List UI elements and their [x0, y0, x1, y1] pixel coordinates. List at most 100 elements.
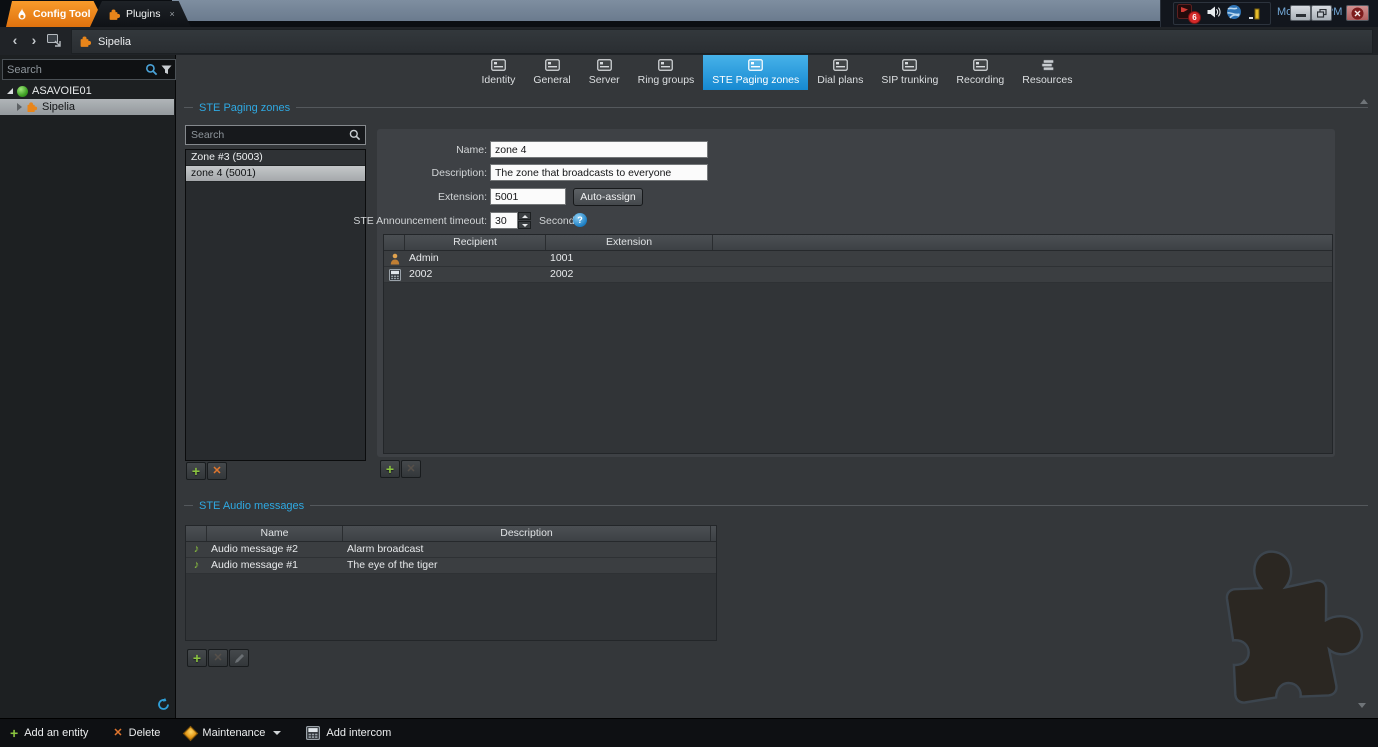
- tab-label: General: [533, 74, 570, 86]
- zone-list-item[interactable]: Zone #3 (5003): [186, 150, 365, 166]
- column-header-name[interactable]: Name: [207, 526, 343, 541]
- spin-down-icon[interactable]: [518, 221, 531, 229]
- action-bar: + Add an entity ✕ Delete Maintenance Add…: [0, 718, 1378, 747]
- paging-zones-group-header: STE Paging zones: [184, 101, 1368, 114]
- zone-list-toolbar: + ✕: [186, 462, 227, 480]
- recipient-cell: Admin: [405, 251, 546, 266]
- tab-dial-plans[interactable]: Dial plans: [808, 55, 872, 90]
- zone-search-input[interactable]: [186, 129, 349, 141]
- system-tray: 6 Mon 3:45 PM: [1160, 0, 1378, 27]
- config-tool-icon: [16, 8, 28, 21]
- tab-recording[interactable]: Recording: [947, 55, 1013, 90]
- zone-detail-panel: Name: Description: Extension: Auto-assig…: [377, 129, 1335, 457]
- x-icon: ✕: [113, 728, 122, 739]
- main-content: Identity General Server Ring groups STE …: [176, 55, 1378, 718]
- sidebar-search-input[interactable]: [3, 64, 142, 76]
- tab-server[interactable]: Server: [580, 55, 629, 90]
- close-icon[interactable]: ×: [169, 9, 174, 19]
- tab-label: Ring groups: [638, 74, 695, 86]
- extension-label: Extension:: [438, 191, 487, 203]
- tab-label: Server: [589, 74, 620, 86]
- task-sipelia[interactable]: Sipelia: [71, 29, 1373, 54]
- delete-recipient-button[interactable]: ✕: [401, 460, 421, 478]
- add-intercom-button[interactable]: Add intercom: [306, 726, 391, 740]
- forward-icon[interactable]: ›: [27, 31, 41, 49]
- auto-assign-button[interactable]: Auto-assign: [573, 188, 643, 206]
- recipients-table-header: Recipient Extension: [384, 235, 1332, 251]
- tab-label: Resources: [1022, 74, 1072, 86]
- table-row[interactable]: 2002 2002: [384, 267, 1332, 283]
- add-recipient-button[interactable]: +: [380, 460, 400, 478]
- add-zone-button[interactable]: +: [186, 462, 206, 480]
- tree-item-server[interactable]: ASAVOIE01: [0, 83, 174, 99]
- column-header-extension[interactable]: Extension: [546, 235, 713, 250]
- table-row[interactable]: Admin 1001: [384, 251, 1332, 267]
- entity-tree: ASAVOIE01 Sipelia: [0, 83, 174, 115]
- delete-button[interactable]: ✕ Delete: [113, 727, 160, 739]
- title-bar: Config Tool Plugins × 6 Mon 3:45 PM: [0, 0, 1378, 27]
- timeout-label: STE Announcement timeout:: [353, 215, 487, 227]
- delete-label: Delete: [129, 727, 161, 739]
- scroll-up-icon[interactable]: [1360, 99, 1368, 104]
- spin-up-icon[interactable]: [518, 212, 531, 220]
- tab-general[interactable]: General: [524, 55, 579, 90]
- filter-icon[interactable]: [161, 65, 172, 75]
- name-field[interactable]: [490, 141, 708, 158]
- minimize-button[interactable]: [1290, 5, 1311, 21]
- input-indicator-icon[interactable]: [1249, 7, 1260, 20]
- audio-messages-toolbar: + ✕: [187, 649, 249, 667]
- help-icon[interactable]: ?: [573, 213, 587, 227]
- tab-ring-groups[interactable]: Ring groups: [629, 55, 704, 90]
- speaker-icon[interactable]: [1207, 6, 1221, 18]
- table-row[interactable]: ♪ Audio message #1 The eye of the tiger: [186, 558, 716, 574]
- music-note-icon: ♪: [186, 559, 207, 572]
- tab-label: Dial plans: [817, 74, 863, 86]
- x-icon: ✕: [406, 464, 415, 475]
- plus-icon: +: [386, 463, 394, 475]
- add-entity-button[interactable]: + Add an entity: [10, 727, 88, 739]
- diamond-icon: [183, 725, 199, 741]
- tree-item-server-label: ASAVOIE01: [32, 85, 92, 97]
- tab-sip-trunking[interactable]: SIP trunking: [872, 55, 947, 90]
- globe-icon[interactable]: [1226, 4, 1242, 20]
- recipients-table: Recipient Extension Admin 1001 2002 2002: [383, 234, 1333, 454]
- refresh-icon[interactable]: [156, 697, 171, 712]
- delete-audio-message-button[interactable]: ✕: [208, 649, 228, 667]
- extension-field[interactable]: [490, 188, 566, 205]
- tab-identity[interactable]: Identity: [473, 55, 525, 90]
- tab-ste-paging-zones[interactable]: STE Paging zones: [703, 55, 808, 90]
- column-header-recipient[interactable]: Recipient: [405, 235, 546, 250]
- maintenance-button[interactable]: Maintenance: [185, 727, 281, 739]
- pencil-icon: [234, 653, 245, 664]
- extension-cell: 1001: [546, 251, 713, 266]
- search-icon[interactable]: [145, 63, 158, 76]
- breadcrumb: Sipelia: [98, 36, 131, 48]
- back-icon[interactable]: ‹: [8, 31, 22, 49]
- edit-audio-message-button[interactable]: [229, 649, 249, 667]
- expander-closed-icon[interactable]: [17, 103, 22, 111]
- close-button[interactable]: [1346, 5, 1369, 21]
- tree-item-sipelia[interactable]: Sipelia: [0, 99, 174, 115]
- description-field[interactable]: [490, 164, 708, 181]
- tab-config-tool-label: Config Tool: [33, 8, 91, 20]
- column-header-description[interactable]: Description: [343, 526, 711, 541]
- puzzle-icon: [108, 8, 121, 21]
- tab-config-tool[interactable]: Config Tool: [6, 1, 107, 27]
- delete-zone-button[interactable]: ✕: [207, 462, 227, 480]
- recipient-cell: 2002: [405, 267, 546, 282]
- entity-sidebar: ASAVOIE01 Sipelia: [0, 55, 176, 718]
- tab-resources[interactable]: Resources: [1013, 55, 1081, 90]
- zone-list-item[interactable]: zone 4 (5001): [186, 166, 365, 182]
- zone-list: Zone #3 (5003) zone 4 (5001): [185, 149, 366, 461]
- popout-icon[interactable]: [47, 34, 63, 48]
- tab-plugins[interactable]: Plugins ×: [90, 1, 191, 27]
- x-icon: ✕: [212, 466, 221, 477]
- table-row[interactable]: ♪ Audio message #2 Alarm broadcast: [186, 542, 716, 558]
- timeout-stepper[interactable]: [490, 212, 518, 229]
- chevron-down-icon: [273, 731, 281, 735]
- restore-button[interactable]: [1311, 5, 1332, 21]
- add-audio-message-button[interactable]: +: [187, 649, 207, 667]
- scroll-down-icon[interactable]: [1358, 703, 1366, 708]
- sidebar-search-box: [2, 59, 176, 80]
- expander-open-icon[interactable]: [7, 88, 13, 94]
